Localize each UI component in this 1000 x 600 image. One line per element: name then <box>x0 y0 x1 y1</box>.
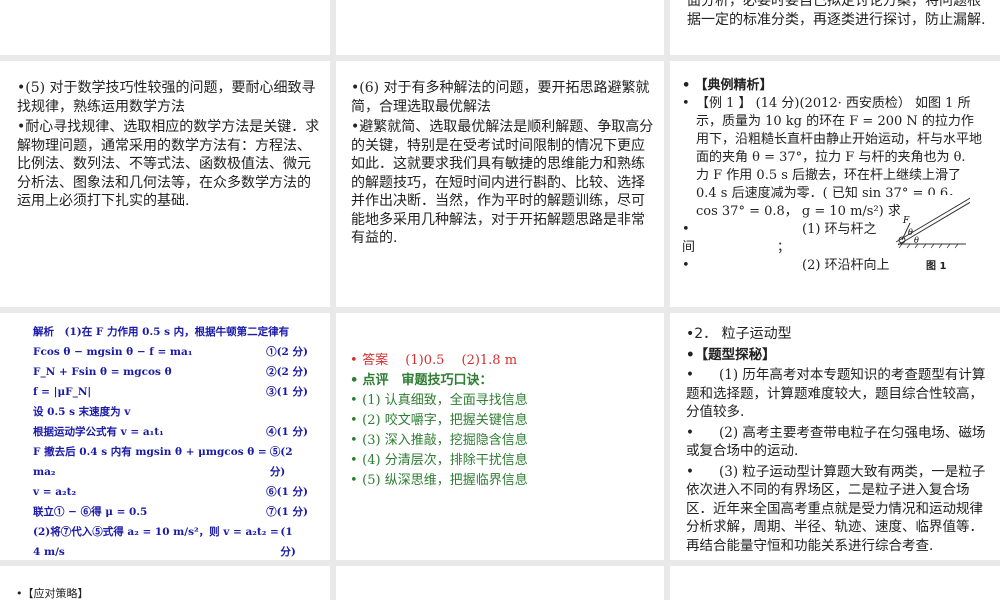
list-item: • (1) 历年高考对本专题知识的考查题型有计算题和选择题，计算题难度较大，题目综… <box>686 367 986 420</box>
list-item: • (2) 高考主要考查带电粒子在匀强电场、磁场或复合场中的运动. <box>686 424 986 460</box>
slide-thumbnail-12[interactable] <box>670 566 1000 600</box>
text-line: 据一定的标准分类，再逐类进行探讨，防止漏解. <box>687 11 986 28</box>
figure-caption: 图 1 <box>926 261 947 272</box>
slide-thumbnail-2[interactable] <box>336 0 664 55</box>
review-line: • 点评 审题技巧口诀： <box>350 373 493 388</box>
slide-text: •2． 粒子运动型 •【题型探秘】 • (1) 历年高考对本专题知识的考查题型有计… <box>686 325 986 557</box>
slide-heading: •(5) 对于数学技巧性较强的问题，要耐心细致寻找规律，熟练运用数学方法 <box>17 80 316 115</box>
slide-heading: •【应对策略】 <box>16 587 89 600</box>
equation: f = |μF_N| <box>33 386 92 398</box>
tip-item: • (3) 深入推敲，挖掘隐含信息 <box>350 433 528 448</box>
slide-thumbnail-6[interactable]: • 【典例精析】 • 【例 1 】 (14 分)(2012· 西安质检） 如图 1… <box>670 61 1000 307</box>
solution-line: 设 0.5 s 末速度为 v <box>33 402 308 422</box>
list-item: • (3) 粒子运动型计算题大致有两类，一是粒子依次进入不同的有界场区，二是粒子进… <box>686 463 986 554</box>
equation: F 撤去后 0.4 s 内有 mgsin θ + μmgcos θ = ma₂ <box>33 446 267 478</box>
angle-label: θ <box>908 228 913 237</box>
equation: 设 0.5 s 末速度为 v <box>33 406 131 418</box>
score: (1 分) <box>280 526 296 558</box>
slide-heading: •(6) 对于有多种解法的问题，要开拓思路避繁就简，合理选取最优解法 <box>351 80 650 115</box>
answer-line: • 答案 (1)0.5 (2)1.8 m <box>350 353 518 368</box>
score: ⑤(2 分) <box>269 446 293 478</box>
score: ⑦(1 分) <box>266 506 308 518</box>
slide-thumbnail-5[interactable]: •(6) 对于有多种解法的问题，要开拓思路避繁就简，合理选取最优解法 •避繁就简… <box>336 61 664 307</box>
slide-body: •避繁就简、选取最优解法是顺利解题、争取高分的关键，特别是在受考试时间限制的情况… <box>351 119 654 246</box>
equation: Fcos θ − mgsin θ − f = ma₁ <box>33 346 193 358</box>
solution-line: (2)将⑦代入⑤式得 a₂ = 10 m/s²，则 v = a₂t₂ = 4 m… <box>33 522 308 562</box>
solution-line: f = |μF_N| ③(1 分) <box>33 382 308 402</box>
equation: 根据运动学公式有 v = a₁t₁ <box>33 426 164 438</box>
slide-heading: •2． 粒子运动型 <box>686 326 792 342</box>
slide-thumbnail-9[interactable]: •2． 粒子运动型 •【题型探秘】 • (1) 历年高考对本专题知识的考查题型有计… <box>670 313 1000 560</box>
score: ④(1 分) <box>266 426 308 438</box>
equation: 联立① − ⑥得 μ = 0.5 <box>33 506 148 518</box>
slide-text: •(6) 对于有多种解法的问题，要开拓思路避繁就简，合理选取最优解法 •避繁就简… <box>351 79 656 250</box>
force-label: F <box>902 216 910 226</box>
equation: (2)将⑦代入⑤式得 a₂ = 10 m/s²，则 v = a₂t₂ = 4 m… <box>33 526 279 558</box>
score: ①(2 分) <box>266 346 308 358</box>
slide-text: • 答案 (1)0.5 (2)1.8 m • 点评 审题技巧口诀： • (1) … <box>350 351 528 491</box>
tip-item: • (4) 分清层次，排除干扰信息 <box>350 453 528 468</box>
text-line: 面分析，必要时要自己拟定讨论方案，将问题根 <box>687 0 981 9</box>
angle-label: θ <box>914 236 919 245</box>
slide-thumbnail-8[interactable]: • 答案 (1)0.5 (2)1.8 m • 点评 审题技巧口诀： • (1) … <box>336 313 664 560</box>
solution-line: 根据运动学公式有 v = a₁t₁ ④(1 分) <box>33 422 308 442</box>
slide-body: •耐心寻找规律、选取相应的数学方法是关键．求解物理问题，通常采用的数学方法有：方… <box>17 119 320 209</box>
slide-subheading: •【题型探秘】 <box>686 346 776 363</box>
solution-line: Fcos θ − mgsin θ − f = ma₁ ①(2 分) <box>33 342 308 362</box>
solution-line: F_N + Fsin θ = mgcos θ ②(2 分) <box>33 362 308 382</box>
slide-thumbnail-3[interactable]: 面分析，必要时要自己拟定讨论方案，将问题根 据一定的标准分类，再逐类进行探讨，防… <box>670 0 1000 55</box>
equation: F_N + Fsin θ = mgcos θ <box>33 366 172 378</box>
slide-text: •(5) 对于数学技巧性较强的问题，要耐心细致寻找规律，熟练运用数学方法 •耐心… <box>17 79 322 213</box>
slide-text: 面分析，必要时要自己拟定讨论方案，将问题根 据一定的标准分类，再逐类进行探讨，防… <box>687 0 997 29</box>
slide-thumbnail-4[interactable]: •(5) 对于数学技巧性较强的问题，要耐心细致寻找规律，熟练运用数学方法 •耐心… <box>0 61 330 307</box>
section-title: • 【典例精析】 <box>682 78 773 93</box>
score: ③(1 分) <box>266 386 308 398</box>
equation: 解析 (1)在 F 力作用 0.5 s 内，根据牛顿第二定律有 <box>33 326 290 338</box>
slide-thumbnail-1[interactable] <box>0 0 330 55</box>
tip-item: • (5) 纵深思维，把握临界信息 <box>350 473 528 488</box>
tip-item: • (2) 咬文嚼字，把握关键信息 <box>350 413 528 428</box>
slide-thumbnail-11[interactable] <box>336 566 664 600</box>
tip-item: • (1) 认真细致，全面寻找信息 <box>350 393 528 408</box>
score: ⑥(1 分) <box>266 486 308 498</box>
score: ②(2 分) <box>266 366 308 378</box>
solution-line: 联立① − ⑥得 μ = 0.5 ⑦(1 分) <box>33 502 308 522</box>
equation: v = a₂t₂ <box>33 486 77 498</box>
solution-line: 解析 (1)在 F 力作用 0.5 s 内，根据牛顿第二定律有 <box>33 322 308 342</box>
incline-rod-figure: F θ θ <box>895 195 970 255</box>
solution-line: v = a₂t₂ ⑥(1 分) <box>33 482 308 502</box>
solution-text: 解析 (1)在 F 力作用 0.5 s 内，根据牛顿第二定律有 Fcos θ − … <box>33 322 308 582</box>
solution-line: F 撤去后 0.4 s 内有 mgsin θ + μmgcos θ = ma₂ ⑤… <box>33 442 308 482</box>
slide-thumbnail-10[interactable]: •【应对策略】 <box>0 566 330 600</box>
